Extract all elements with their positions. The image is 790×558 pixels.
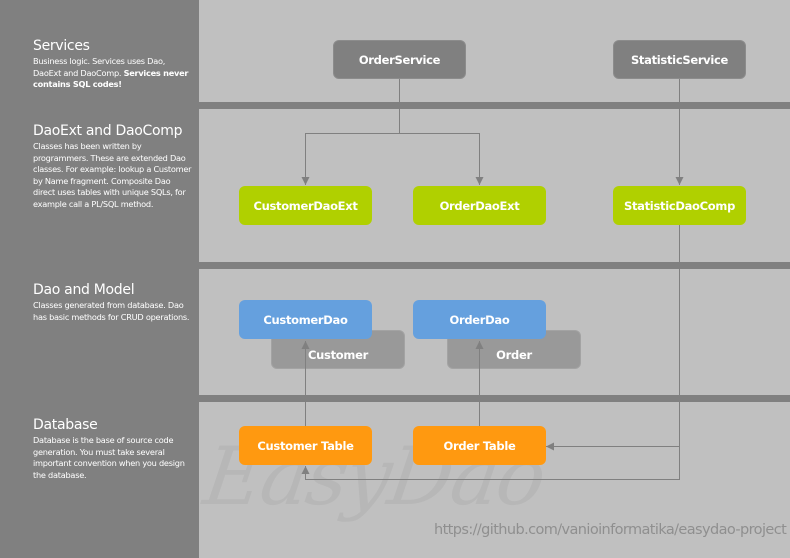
project-url: https://github.com/vanioinformatika/easy…: [434, 522, 787, 538]
node-order-service: OrderService: [333, 40, 466, 79]
layer-description: Classes generated from database. Dao has…: [33, 300, 190, 322]
edge-orderservice-orderdaoext: [399, 133, 484, 185]
node-statistic-dao-comp: StatisticDaoComp: [613, 186, 746, 225]
layer-title: Database: [33, 417, 98, 433]
layer-daoext-daocomp: DaoExt and DaoComp Classes has been writ…: [33, 123, 193, 210]
node-label: Customer: [308, 348, 368, 362]
node-order-table: Order Table: [413, 426, 546, 465]
edge-orderservice-split: [301, 78, 400, 185]
layer-description: Business logic. Services uses Dao, DaoEx…: [33, 56, 189, 89]
layer-description: Classes has been written by programmers.…: [33, 141, 192, 209]
layer-title: Dao and Model: [33, 282, 135, 298]
node-statistic-service: StatisticService: [613, 40, 746, 79]
layer-separator: [199, 262, 790, 269]
node-customer-table: Customer Table: [239, 426, 372, 465]
node-customer-dao-ext: CustomerDaoExt: [239, 186, 372, 225]
node-label: Order: [496, 348, 532, 362]
layer-title: DaoExt and DaoComp: [33, 123, 183, 139]
node-order-dao: OrderDao: [413, 300, 546, 339]
layer-separator: [199, 102, 790, 109]
layer-description: Database is the base of source code gene…: [33, 435, 185, 480]
layer-dao-model: Dao and Model Classes generated from dat…: [33, 282, 193, 323]
node-customer-dao: CustomerDao: [239, 300, 372, 339]
node-order-dao-ext: OrderDaoExt: [413, 186, 546, 225]
layer-separator: [199, 395, 790, 402]
layer-title: Services: [33, 38, 90, 54]
layer-services: Services Business logic. Services uses D…: [33, 38, 193, 91]
layer-database: Database Database is the base of source …: [33, 417, 193, 481]
